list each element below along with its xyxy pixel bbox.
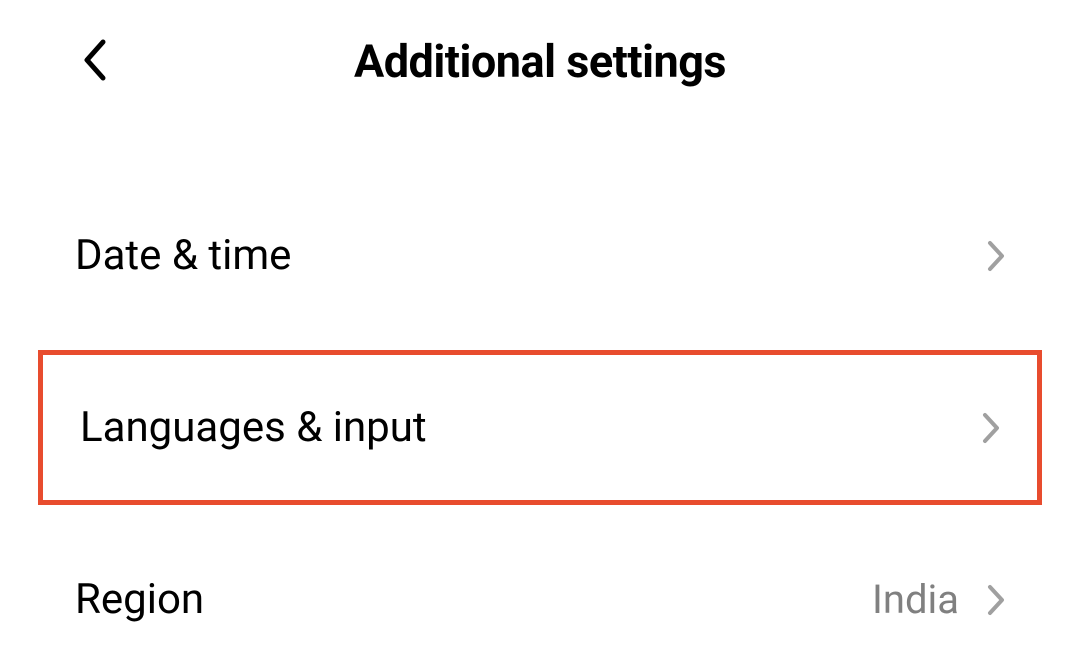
header: Additional settings (0, 0, 1080, 118)
back-icon (81, 38, 109, 86)
back-button[interactable] (75, 42, 115, 82)
chevron-right-icon (982, 412, 1000, 444)
settings-item-region[interactable]: Region India (0, 527, 1080, 672)
item-label: Languages & input (80, 403, 427, 452)
settings-item-date-time[interactable]: Date & time (0, 183, 1080, 328)
item-label: Date & time (75, 231, 291, 280)
item-right (982, 412, 1000, 444)
chevron-right-icon (987, 584, 1005, 616)
settings-list: Date & time Languages & input Region Ind… (0, 118, 1080, 672)
item-right: India (872, 576, 1005, 623)
item-value: India (872, 576, 959, 623)
settings-item-languages-input[interactable]: Languages & input (38, 350, 1042, 505)
page-title: Additional settings (75, 35, 1005, 88)
item-label: Region (75, 575, 204, 624)
item-right (987, 240, 1005, 272)
chevron-right-icon (987, 240, 1005, 272)
